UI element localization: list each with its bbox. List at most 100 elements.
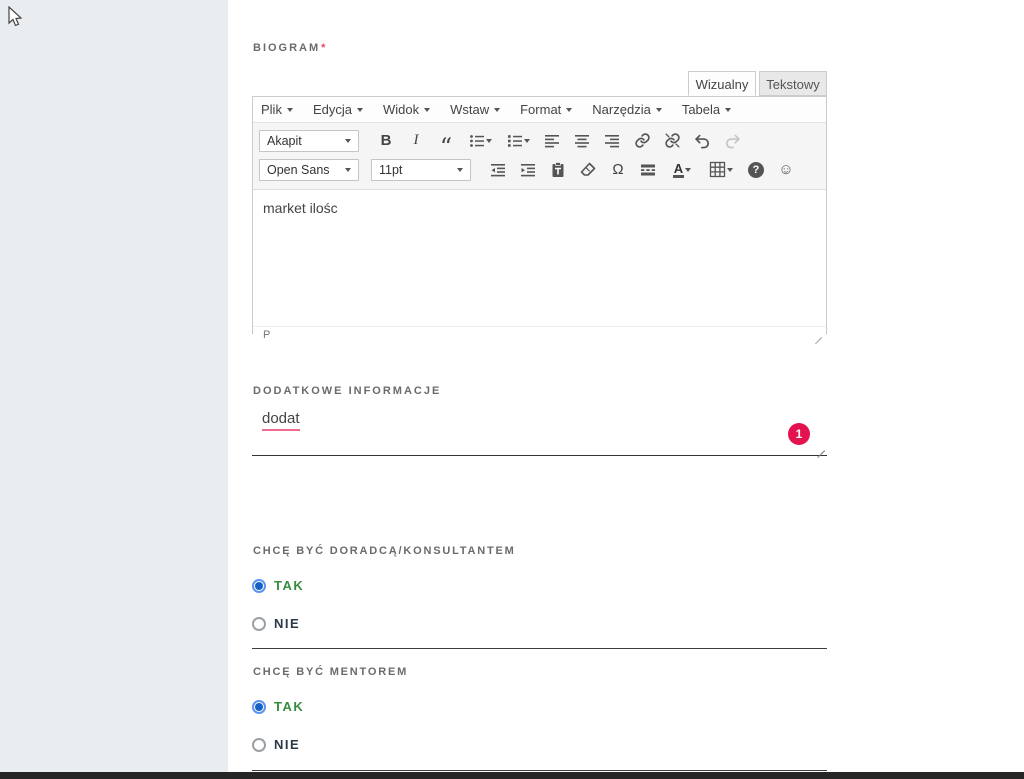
table-button[interactable] [703,158,739,182]
biogram-label: BIOGRAM* [253,42,325,54]
paste-as-text-icon [550,162,566,178]
table-icon [709,161,726,178]
chevron-down-icon [345,139,351,143]
radio-selected-icon[interactable] [252,579,266,593]
left-sidebar-panel [0,0,228,772]
textarea-resize-handle[interactable] [814,441,825,452]
menu-narzedzia[interactable]: Narzędzia [592,102,662,117]
outdent-button[interactable] [485,158,511,182]
paragraph-format-select[interactable]: Akapit [259,130,359,152]
unlink-icon [664,132,681,149]
chevron-down-icon [685,168,691,172]
mentor-option-tak[interactable]: TAK [252,699,304,714]
section-divider [252,648,827,649]
biogram-label-text: BIOGRAM [253,42,320,54]
emoticon-icon: ☺ [778,161,793,178]
blockquote-icon: “ [440,142,452,152]
page: BIOGRAM* Wizualny Tekstowy Plik Edycja W… [0,0,1024,779]
error-count-badge: 1 [788,423,810,445]
bullet-list-button[interactable] [463,129,497,153]
align-right-button[interactable] [599,129,625,153]
indent-button[interactable] [515,158,541,182]
editor-status-bar: P [253,326,826,343]
align-left-icon [544,133,560,149]
bold-button[interactable]: B [373,129,399,153]
undo-button[interactable] [689,129,715,153]
align-right-icon [604,133,620,149]
align-center-button[interactable] [569,129,595,153]
menu-wstaw[interactable]: Wstaw [450,102,500,117]
more-tag-icon [640,162,656,178]
remove-format-button[interactable] [575,158,601,182]
numbered-list-button[interactable] [501,129,535,153]
text-color-icon: A [673,162,684,178]
help-button[interactable]: ? [743,158,769,182]
redo-button[interactable] [719,129,745,153]
chevron-down-icon [357,108,363,112]
chevron-down-icon [566,108,572,112]
insert-link-button[interactable] [629,129,655,153]
section-mentor-label: CHCĘ BYĆ MENTOREM [253,666,408,678]
editor-content-area[interactable]: market ilośc [253,190,826,326]
align-left-button[interactable] [539,129,565,153]
unlink-button[interactable] [659,129,685,153]
chevron-down-icon [486,139,492,143]
numbered-list-icon [507,133,523,149]
element-path: P [263,329,270,341]
chevron-down-icon [287,108,293,112]
radio-unselected-icon[interactable] [252,617,266,631]
dodatkowe-label: DODATKOWE INFORMACJE [253,385,441,397]
font-size-select[interactable]: 11pt [371,159,471,181]
window-bottom-edge [0,772,1024,779]
radio-label-nie: NIE [274,737,300,752]
text-color-button[interactable]: A [665,158,699,182]
editor-tabs: Wizualny Tekstowy [252,71,827,96]
radio-label-tak: TAK [274,699,304,714]
doradca-option-tak[interactable]: TAK [252,578,304,593]
required-asterisk: * [321,42,325,54]
radio-label-tak: TAK [274,578,304,593]
tab-wizualny[interactable]: Wizualny [688,71,756,96]
help-icon: ? [748,162,764,178]
menu-format[interactable]: Format [520,102,572,117]
radio-unselected-icon[interactable] [252,738,266,752]
blockquote-button[interactable]: “ [433,129,459,153]
editor-resize-handle[interactable] [812,330,822,340]
menu-plik[interactable]: Plik [261,102,293,117]
undo-icon [694,132,711,149]
more-tag-button[interactable] [635,158,661,182]
chevron-down-icon [524,139,530,143]
biogram-richtext-editor: Plik Edycja Widok Wstaw Format Narzędzia… [252,96,827,334]
doradca-option-nie[interactable]: NIE [252,616,300,631]
emoticon-button[interactable]: ☺ [773,158,799,182]
menu-edycja[interactable]: Edycja [313,102,363,117]
section-doradca-label: CHCĘ BYĆ DORADCĄ/KONSULTANTEM [253,545,516,557]
toolbar-row-2: Open Sans 11pt Ω [259,155,820,184]
tab-tekstowy[interactable]: Tekstowy [759,71,827,96]
chevron-down-icon [345,168,351,172]
eraser-icon [580,162,596,178]
editor-menubar: Plik Edycja Widok Wstaw Format Narzędzia… [253,97,826,123]
chevron-down-icon [424,108,430,112]
italic-icon: I [414,132,419,149]
radio-label-nie: NIE [274,616,300,631]
radio-selected-icon[interactable] [252,700,266,714]
bold-icon: B [381,132,392,149]
toolbar-row-1: Akapit B I “ [259,126,820,155]
dodatkowe-value: dodat [262,410,300,431]
menu-tabela[interactable]: Tabela [682,102,731,117]
redo-icon [724,132,741,149]
menu-widok[interactable]: Widok [383,102,430,117]
paste-as-text-button[interactable] [545,158,571,182]
link-icon [634,132,651,149]
indent-icon [520,162,536,178]
omega-icon: Ω [612,161,623,178]
mentor-option-nie[interactable]: NIE [252,737,300,752]
special-character-button[interactable]: Ω [605,158,631,182]
dodatkowe-textarea[interactable]: dodat [252,400,827,456]
chevron-down-icon [457,168,463,172]
font-family-select[interactable]: Open Sans [259,159,359,181]
chevron-down-icon [494,108,500,112]
section-divider [252,770,827,771]
italic-button[interactable]: I [403,129,429,153]
